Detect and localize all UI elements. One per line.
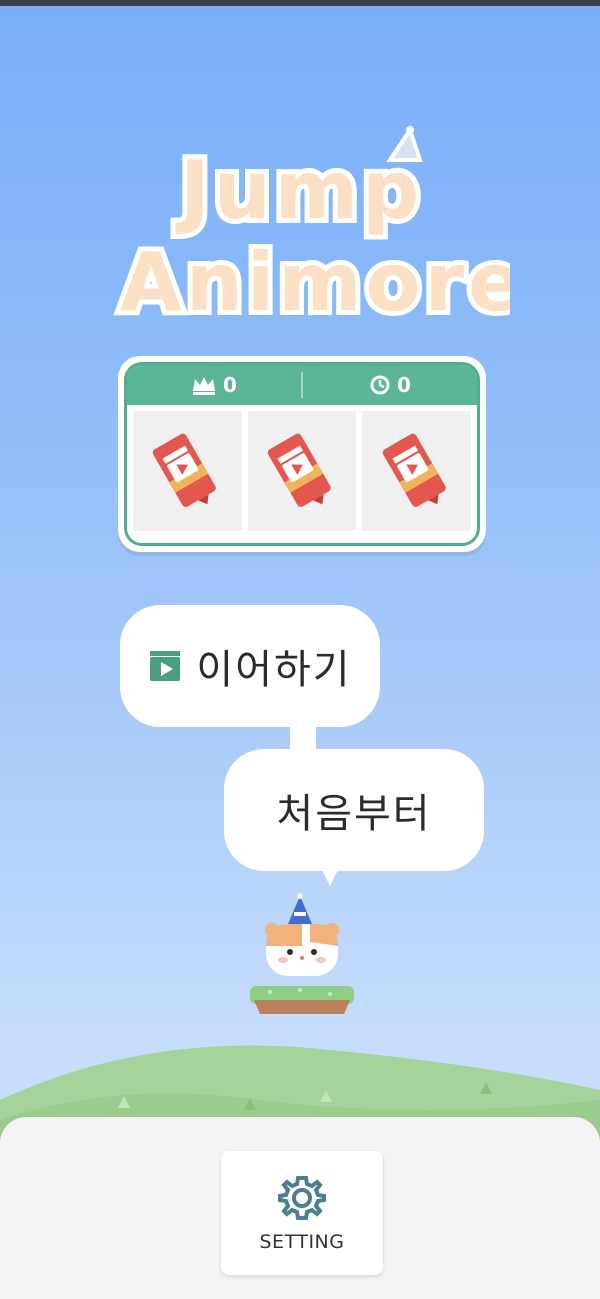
restart-label: 처음부터 [276,791,432,837]
top-status-strip [0,0,600,6]
video-clapper-icon [150,651,181,681]
video-ticket-icon [153,433,217,507]
gear-icon [278,1176,326,1220]
reward-slot-3[interactable] [362,411,472,531]
best-score-value: 0 [223,373,237,397]
video-ticket-icon [382,433,446,507]
continue-label: 이어하기 [196,647,352,693]
score-header: 0 0 [127,365,477,405]
hamster-icon [265,923,339,976]
clock-icon [370,375,390,395]
player-character [240,890,360,1020]
time-score-value: 0 [397,373,411,397]
reward-slots [127,405,477,537]
continue-button[interactable]: 이어하기 [120,605,380,727]
party-hat-icon [386,125,423,162]
reward-slot-1[interactable] [133,411,242,531]
reward-slot-2[interactable] [247,411,357,531]
video-ticket-icon [267,433,331,507]
logo-line2: Animore! [120,236,510,329]
restart-button[interactable]: 처음부터 [224,749,484,871]
bubble-tail [320,866,340,886]
score-card: 0 0 [118,356,486,552]
best-score: 0 [127,373,301,397]
crown-icon [193,377,216,395]
party-hat-icon [288,893,312,924]
setting-label: SETTING [259,1231,345,1253]
grass-platform [250,986,354,1014]
game-logo: Jump Animore! [110,120,568,340]
setting-button[interactable]: SETTING [221,1151,383,1275]
logo-line1: Jump [175,144,423,237]
time-score: 0 [303,373,477,397]
